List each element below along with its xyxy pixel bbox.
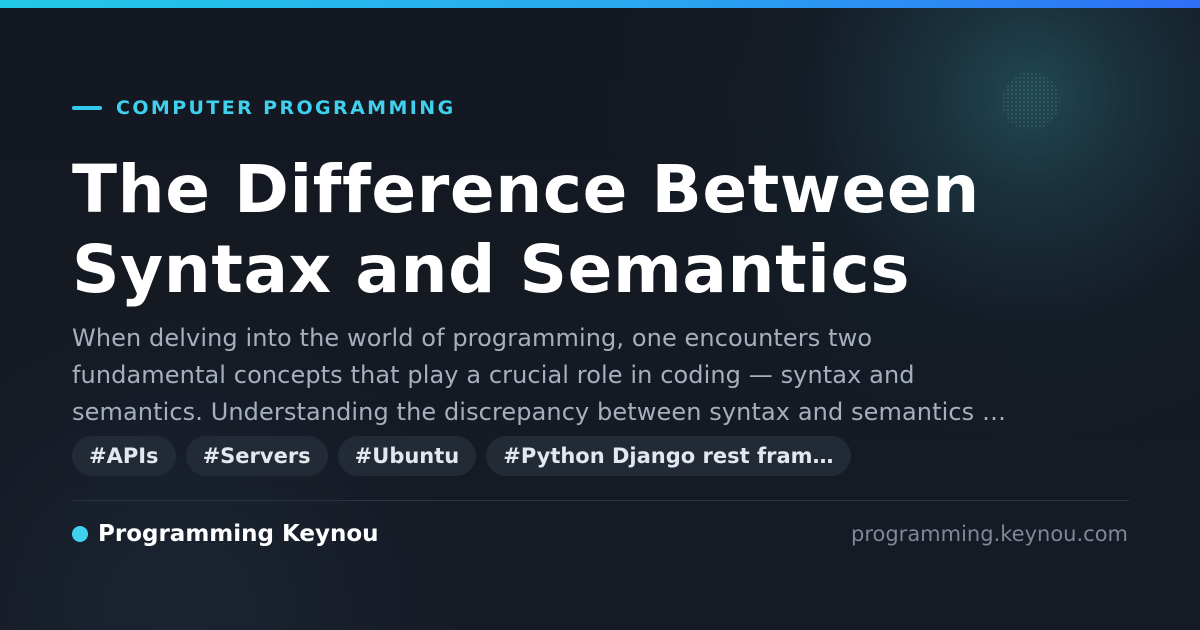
description-line: semantics. Understanding the discrepancy… [72,398,1007,426]
site-url[interactable]: programming.keynou.com [851,518,1128,550]
title-line: Syntax and Semantics [72,231,911,308]
title-line: The Difference Between [72,151,980,228]
site-name: Programming Keynou [98,521,379,547]
article-description: When delving into the world of programmi… [72,320,1102,431]
tag-list: #APIs #Servers #Ubuntu #Python Django re… [72,436,851,476]
social-preview-card: COMPUTER PROGRAMMING The Difference Betw… [0,0,1200,630]
category-kicker: COMPUTER PROGRAMMING [72,96,456,120]
tag-python-django-rest-framework[interactable]: #Python Django rest fram… [486,436,851,476]
background-dot-pattern [1002,72,1060,130]
tag-apis[interactable]: #APIs [72,436,176,476]
tag-servers[interactable]: #Servers [185,436,328,476]
accent-dash-icon [72,106,102,110]
site-brand: Programming Keynou [72,518,379,550]
category-label: COMPUTER PROGRAMMING [116,97,456,119]
status-dot-icon [72,526,88,542]
article-title: The Difference Between Syntax and Semant… [72,150,1152,310]
description-line: fundamental concepts that play a crucial… [72,361,915,389]
description-line: When delving into the world of programmi… [72,324,873,352]
tag-ubuntu[interactable]: #Ubuntu [337,436,477,476]
footer-divider [72,500,1129,501]
accent-top-bar [0,0,1200,8]
